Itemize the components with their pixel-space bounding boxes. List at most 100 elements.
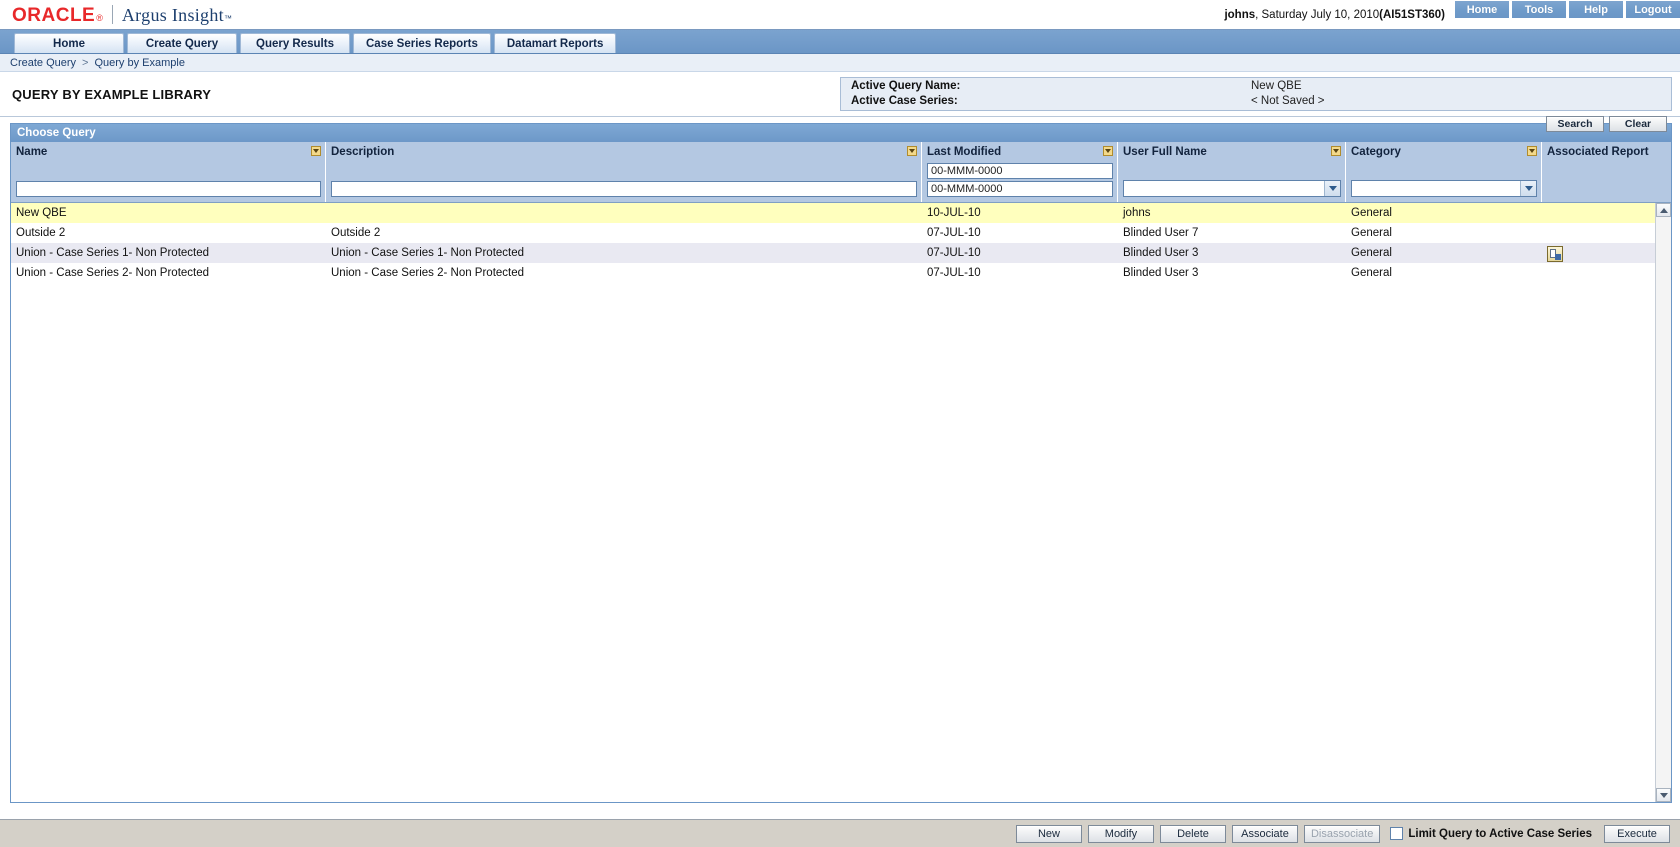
top-button-group: Home Tools Help Logout [1455, 0, 1680, 19]
cell-name: Union - Case Series 1- Non Protected [16, 247, 210, 259]
scrollbar-track[interactable] [1656, 217, 1671, 788]
cell-associated-report [1542, 203, 1655, 223]
execute-button[interactable]: Execute [1604, 824, 1670, 843]
filter-input-name[interactable] [16, 181, 321, 197]
main-navigation: Home Create Query Query Results Case Ser… [0, 30, 1680, 54]
panel-title-label: Choose Query [17, 127, 96, 139]
cell-associated-report [1542, 243, 1655, 263]
cell-category: General [1351, 207, 1392, 219]
search-button[interactable]: Search [1546, 116, 1604, 132]
delete-button[interactable]: Delete [1159, 824, 1226, 843]
cell-associated-report [1542, 223, 1655, 243]
cell-name: Outside 2 [16, 227, 66, 239]
table-row[interactable]: Union - Case Series 2- Non Protected Uni… [11, 263, 1655, 283]
session-date: , Saturday July 10, 2010 [1255, 8, 1380, 21]
breadcrumb: Create Query > Query by Example [0, 54, 1680, 72]
breadcrumb-separator-icon: > [82, 56, 89, 69]
active-query-name-row: Active Query Name: New QBE [851, 79, 1671, 94]
cell-name: New QBE [16, 207, 67, 219]
sort-icon-last-modified[interactable] [1103, 146, 1113, 156]
product-logo: ORACLE ® Argus Insight ™ [0, 2, 232, 27]
top-button-logout[interactable]: Logout [1625, 1, 1680, 18]
registered-mark-icon: ® [96, 13, 103, 23]
active-case-series-label: Active Case Series: [851, 95, 958, 107]
filter-select-category[interactable] [1351, 180, 1537, 197]
active-query-panel: Active Query Name: New QBE Active Case S… [840, 77, 1672, 111]
filter-input-description[interactable] [331, 181, 917, 197]
disassociate-button: Disassociate [1303, 824, 1381, 843]
filter-input-last-modified-from[interactable] [927, 163, 1113, 179]
breadcrumb-query-by-example[interactable]: Query by Example [94, 57, 184, 69]
grid-header-row: Name Description Last Modified 00-MMM-00… [11, 142, 1671, 203]
page-title: QUERY BY EXAMPLE LIBRARY [12, 86, 212, 102]
column-label-category: Category [1351, 146, 1401, 158]
column-header-description: Description [326, 142, 922, 202]
cell-last-modified: 07-JUL-10 [927, 267, 981, 279]
cell-description [326, 203, 922, 223]
new-button[interactable]: New [1015, 824, 1082, 843]
chevron-down-icon-user-full-name[interactable] [1324, 181, 1340, 196]
limit-query-checkbox[interactable] [1390, 827, 1404, 840]
session-id: (AI51ST360) [1379, 8, 1445, 21]
cell-category: General [1351, 247, 1392, 259]
user-session-info: johns, Saturday July 10, 2010 (AI51ST360… [1224, 0, 1455, 29]
table-row[interactable]: New QBE 10-JUL-10 johns General [11, 203, 1655, 223]
associated-report-icon[interactable] [1547, 246, 1563, 262]
associate-button[interactable]: Associate [1231, 824, 1298, 843]
cell-description: Union - Case Series 2- Non Protected [331, 267, 525, 279]
breadcrumb-create-query[interactable]: Create Query [10, 57, 76, 69]
cell-category: General [1351, 227, 1392, 239]
scroll-down-button[interactable] [1656, 788, 1671, 802]
logo-divider [111, 5, 113, 24]
cell-associated-report [1542, 263, 1655, 283]
sort-icon-name[interactable] [311, 146, 321, 156]
column-header-associated-report: Associated Report [1542, 142, 1671, 202]
tab-query-results[interactable]: Query Results [240, 33, 350, 53]
grid-vertical-scrollbar[interactable] [1655, 203, 1671, 802]
limit-query-checkbox-label: Limit Query to Active Case Series [1408, 827, 1592, 840]
tab-datamart-reports[interactable]: Datamart Reports [493, 33, 617, 53]
limit-query-checkbox-wrapper[interactable]: Limit Query to Active Case Series [1390, 827, 1592, 840]
panel-action-buttons: Search Clear [1546, 116, 1667, 132]
table-row[interactable]: Outside 2 Outside 2 07-JUL-10 Blinded Us… [11, 223, 1655, 243]
chevron-down-icon-category[interactable] [1520, 181, 1536, 196]
sort-icon-description[interactable] [907, 146, 917, 156]
modify-button[interactable]: Modify [1087, 824, 1154, 843]
brand-bar: ORACLE ® Argus Insight ™ johns, Saturday J… [0, 0, 1680, 30]
page-header: QUERY BY EXAMPLE LIBRARY Active Query Na… [0, 72, 1680, 117]
cell-name: Union - Case Series 2- Non Protected [16, 267, 210, 279]
cell-last-modified: 07-JUL-10 [927, 247, 981, 259]
column-header-user-full-name: User Full Name [1118, 142, 1346, 202]
clear-button[interactable]: Clear [1609, 116, 1667, 132]
top-button-tools[interactable]: Tools [1511, 1, 1566, 18]
tab-create-query[interactable]: Create Query [127, 33, 237, 53]
column-label-description: Description [331, 146, 395, 158]
tab-home[interactable]: Home [14, 33, 124, 53]
top-button-home[interactable]: Home [1455, 1, 1509, 18]
column-header-name: Name [11, 142, 326, 202]
cell-description: Union - Case Series 1- Non Protected [331, 247, 525, 259]
scroll-up-button[interactable] [1656, 203, 1671, 217]
active-case-series-value: < Not Saved > [1251, 95, 1325, 107]
column-header-category: Category [1346, 142, 1542, 202]
sort-icon-user-full-name[interactable] [1331, 146, 1341, 156]
table-row[interactable]: Union - Case Series 1- Non Protected Uni… [11, 243, 1655, 263]
tab-case-series-reports[interactable]: Case Series Reports [353, 33, 491, 53]
cell-category: General [1351, 267, 1392, 279]
active-query-name-label: Active Query Name: [851, 80, 961, 92]
chevron-up-icon [1659, 207, 1668, 213]
column-label-associated-report: Associated Report [1547, 146, 1649, 158]
trademark-mark-icon: ™ [223, 14, 232, 23]
filter-select-user-full-name[interactable] [1123, 180, 1341, 197]
argus-insight-wordmark: Argus Insight [121, 5, 224, 25]
top-button-help[interactable]: Help [1568, 1, 1623, 18]
filter-input-last-modified-to[interactable] [927, 181, 1113, 197]
user-name: johns [1224, 8, 1256, 21]
sort-icon-category[interactable] [1527, 146, 1537, 156]
cell-description: Outside 2 [331, 227, 381, 239]
active-case-series-row: Active Case Series: < Not Saved > [851, 94, 1671, 109]
cell-last-modified: 07-JUL-10 [927, 227, 981, 239]
cell-user-full-name: Blinded User 3 [1123, 247, 1199, 259]
cell-user-full-name: johns [1123, 207, 1151, 219]
grid-body: New QBE 10-JUL-10 johns General Outside … [11, 203, 1655, 802]
